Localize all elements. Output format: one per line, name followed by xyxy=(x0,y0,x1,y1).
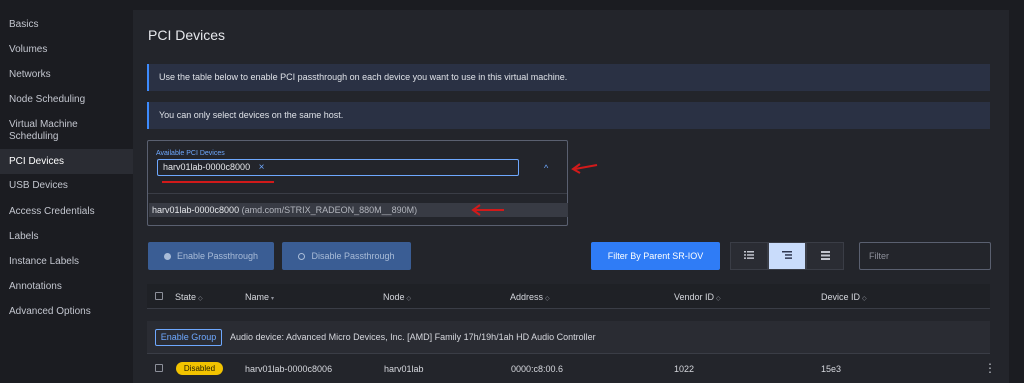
chevron-up-icon[interactable]: ^ xyxy=(544,163,548,173)
sidebar-item-usb-devices[interactable]: USB Devices xyxy=(0,180,133,192)
view-flat-button[interactable] xyxy=(730,242,768,270)
sort-desc-icon: ▾ xyxy=(271,296,275,302)
sort-icon: ◇ xyxy=(716,296,721,302)
annotation-arrow-icon xyxy=(471,204,504,216)
sidebar-item-labels[interactable]: Labels xyxy=(0,231,133,243)
cell-name: harv01lab-0000c8006 xyxy=(245,364,333,374)
sidebar-item-basics[interactable]: Basics xyxy=(0,19,133,31)
cell-device-id: 15e3 xyxy=(821,364,842,374)
table-header: State ◇ Name ▾ Node ◇ Address ◇ Vendor ID ◇ D… xyxy=(147,284,990,309)
sidebar: Basics Volumes Networks Node Scheduling … xyxy=(0,0,133,383)
circle-outline-icon xyxy=(298,253,306,260)
sidebar-item-networks[interactable]: Networks xyxy=(0,69,133,81)
column-header-node[interactable]: Node ◇ xyxy=(383,292,411,302)
device-group-row: Enable Group Audio device: Advanced Micr… xyxy=(147,321,990,353)
sidebar-item-instance-labels[interactable]: Instance Labels xyxy=(0,256,133,268)
disable-passthrough-button[interactable]: Disable Passthrough xyxy=(282,242,411,270)
cell-vendor-id: 1022 xyxy=(674,364,695,374)
sidebar-item-vm-scheduling[interactable]: Virtual Machine Scheduling xyxy=(0,119,110,143)
info-banner-same-host: You can only select devices on the same … xyxy=(147,102,990,129)
group-description: Audio device: Advanced Micro Devices, In… xyxy=(230,332,596,342)
indented-list-icon xyxy=(782,251,792,260)
disable-passthrough-label: Disable Passthrough xyxy=(311,251,395,261)
cell-node: harv01lab xyxy=(384,364,424,374)
enable-passthrough-button[interactable]: Enable Passthrough xyxy=(148,242,274,270)
row-checkbox[interactable] xyxy=(155,364,163,372)
enable-passthrough-label: Enable Passthrough xyxy=(176,251,259,261)
info-banner-passthrough: Use the table below to enable PCI passth… xyxy=(147,64,990,91)
sidebar-item-advanced-options[interactable]: Advanced Options xyxy=(0,306,133,318)
column-header-vendor-id[interactable]: Vendor ID ◇ xyxy=(674,292,721,302)
sort-icon: ◇ xyxy=(545,296,550,302)
main-panel: PCI Devices Use the table below to enabl… xyxy=(133,10,1009,383)
picker-label: Available PCI Devices xyxy=(156,150,225,157)
selected-device-chip: harv01lab-0000c8000 × xyxy=(157,159,519,176)
table-row: Disabled harv01lab-0000c8006 harv01lab 0… xyxy=(147,353,996,383)
enable-group-button[interactable]: Enable Group xyxy=(155,329,222,346)
annotation-underline xyxy=(162,181,274,183)
column-header-state[interactable]: State ◇ xyxy=(175,292,203,302)
sidebar-item-access-credentials[interactable]: Access Credentials xyxy=(0,206,133,218)
select-all-checkbox[interactable] xyxy=(155,292,163,300)
device-option-name: harv01lab-0000c8000 xyxy=(152,205,240,215)
view-compact-button[interactable] xyxy=(806,242,844,270)
record-icon xyxy=(163,253,171,260)
selected-device-label: harv01lab-0000c8000 xyxy=(163,162,251,172)
list-icon xyxy=(744,251,754,260)
filter-by-parent-sriov-button[interactable]: Filter By Parent SR-IOV xyxy=(591,242,720,270)
sidebar-item-pci-devices[interactable]: PCI Devices xyxy=(0,149,133,174)
remove-chip-icon[interactable]: × xyxy=(259,162,265,173)
status-badge: Disabled xyxy=(176,362,223,375)
column-header-name[interactable]: Name ▾ xyxy=(245,292,274,302)
column-header-address[interactable]: Address ◇ xyxy=(510,292,550,302)
stacked-list-icon xyxy=(820,250,830,260)
sidebar-item-node-scheduling[interactable]: Node Scheduling xyxy=(0,94,133,106)
filter-input[interactable] xyxy=(859,242,991,270)
annotation-arrow-icon xyxy=(571,163,598,174)
device-option-detail: (amd.com/STRIX_RADEON_880M__890M) xyxy=(241,205,418,215)
cell-address: 0000:c8:00.6 xyxy=(511,364,564,374)
view-grouped-button[interactable] xyxy=(768,242,806,270)
row-actions-icon[interactable]: ⋮ xyxy=(984,361,996,375)
picker-divider xyxy=(148,193,567,194)
sidebar-item-annotations[interactable]: Annotations xyxy=(0,281,133,293)
sort-icon: ◇ xyxy=(406,296,412,302)
sort-icon: ◇ xyxy=(198,296,203,302)
page-title: PCI Devices xyxy=(148,27,226,43)
sidebar-item-volumes[interactable]: Volumes xyxy=(0,44,133,56)
sort-icon: ◇ xyxy=(862,296,867,302)
column-header-device-id[interactable]: Device ID ◇ xyxy=(821,292,867,302)
